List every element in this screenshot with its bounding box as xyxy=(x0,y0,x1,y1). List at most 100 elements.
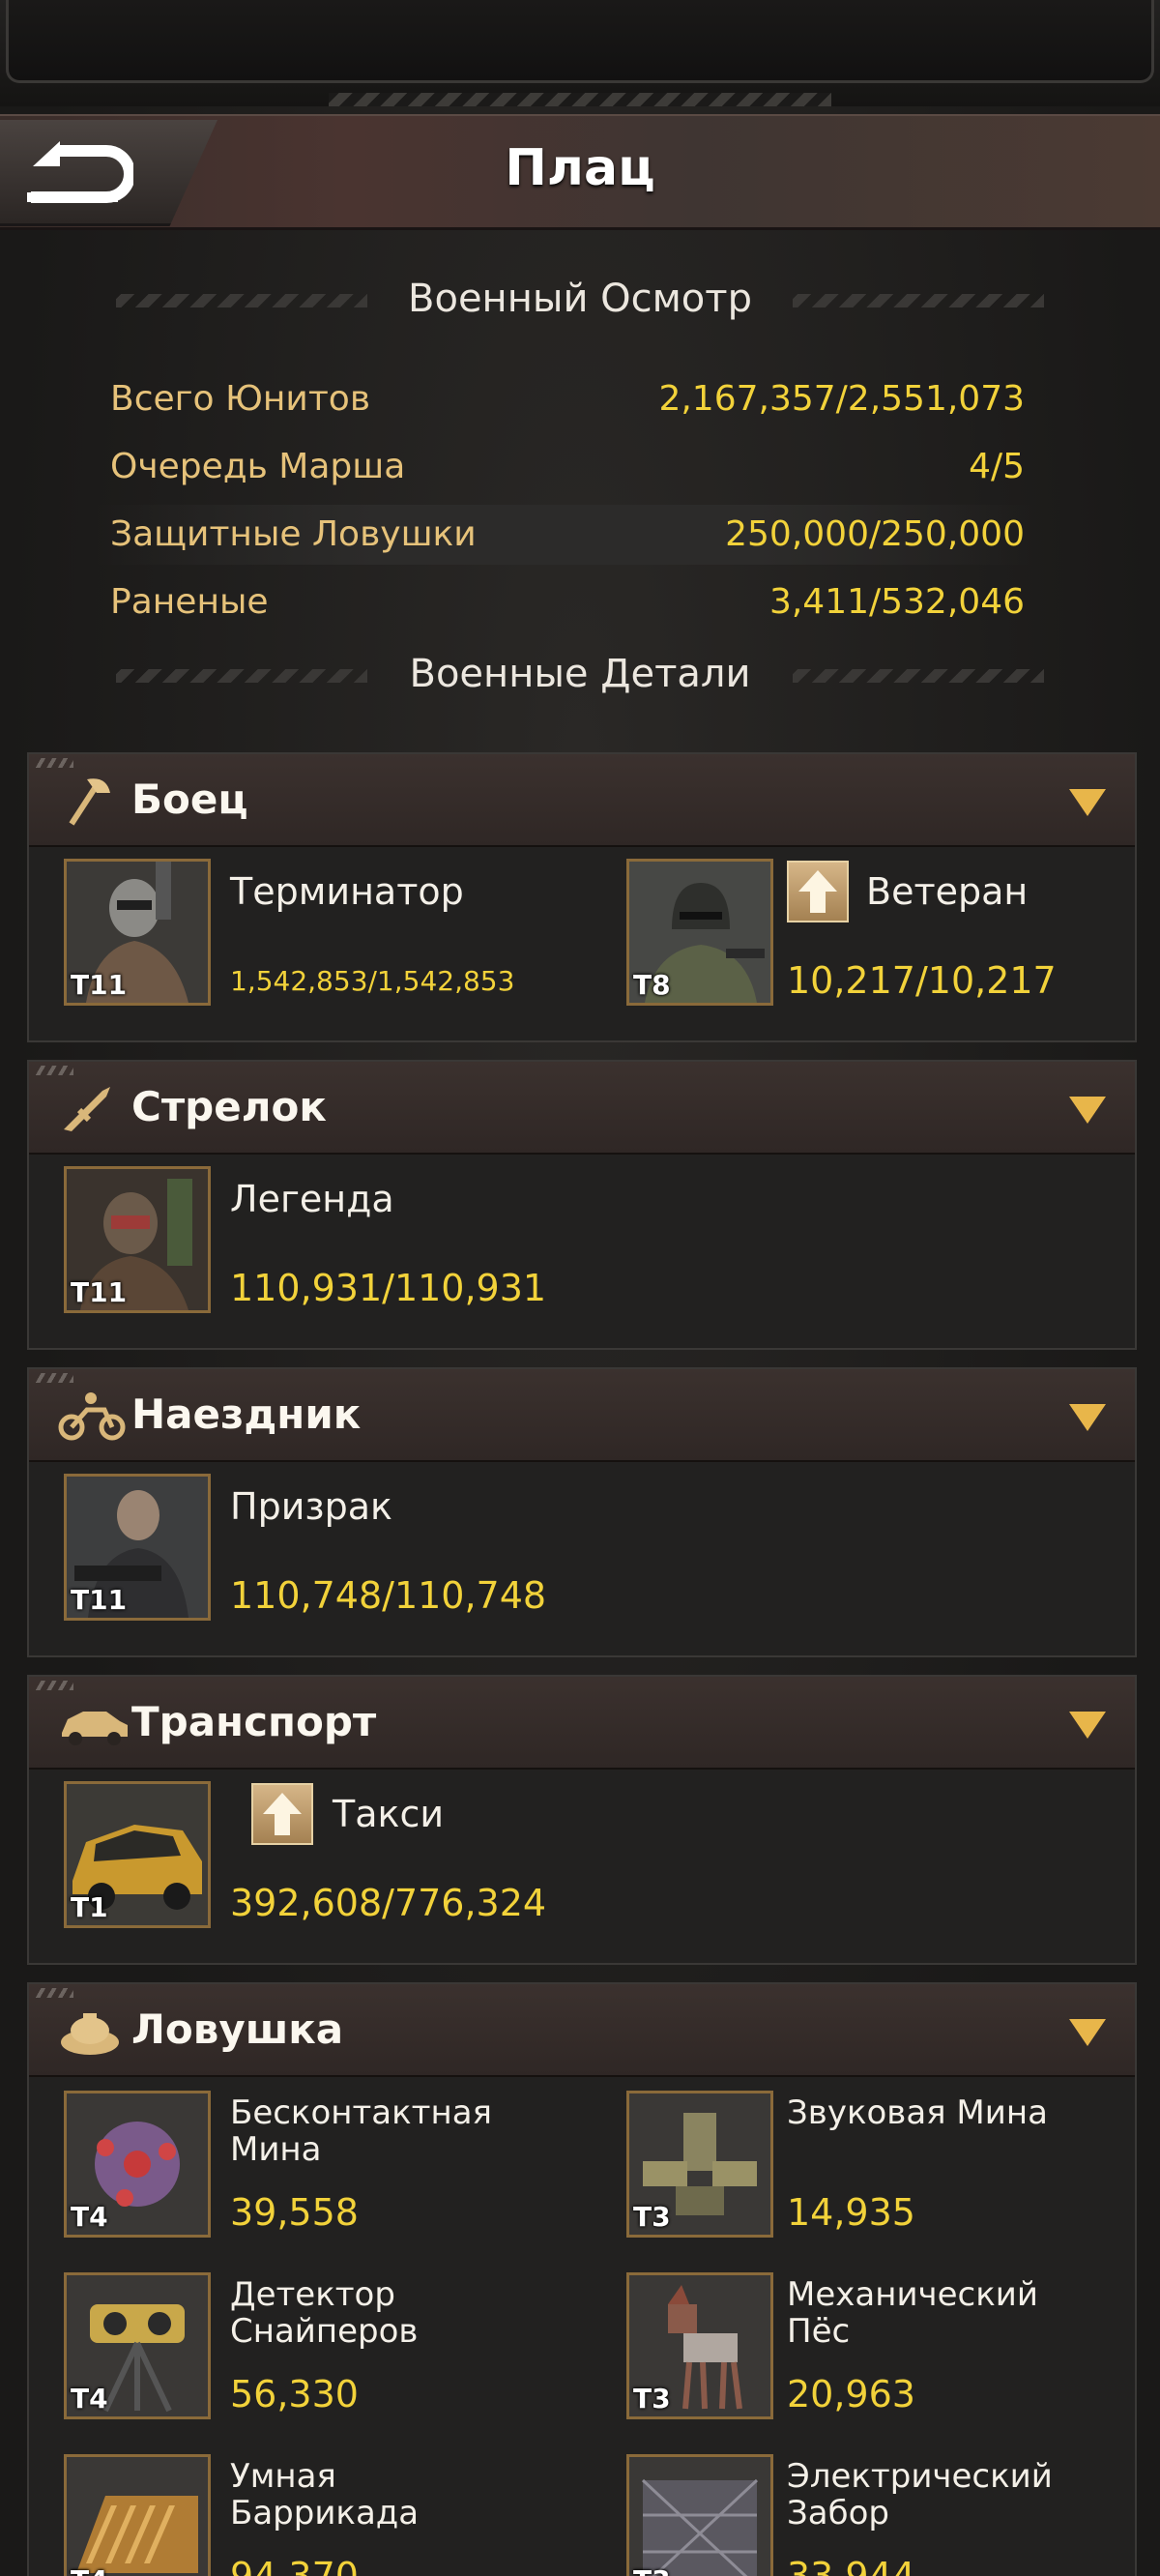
electric-fence-icon xyxy=(629,2457,770,2576)
category-panel-transport: Транспорт T1 Такси 392,608/776,324 xyxy=(27,1675,1137,1965)
category-header-shooter[interactable]: Стрелок xyxy=(29,1062,1135,1155)
stat-value: 250,000/250,000 xyxy=(725,514,1025,554)
stat-value: 2,167,357/2,551,073 xyxy=(658,379,1025,419)
stat-label: Всего Юнитов xyxy=(110,379,371,419)
unit-portrait: T3 xyxy=(626,2454,773,2576)
unit-name: Легенда xyxy=(230,1178,394,1220)
unit-card[interactable]: T3 Механический Пёс 20,963 xyxy=(626,2272,1119,2427)
unit-portrait: T4 xyxy=(64,2454,211,2576)
category-title: Стрелок xyxy=(131,1083,327,1130)
hazard-stripes xyxy=(329,93,831,106)
category-title: Транспорт xyxy=(131,1698,377,1745)
corner-decoration xyxy=(35,1681,73,1690)
unit-count: 392,608/776,324 xyxy=(230,1882,547,1924)
unit-portrait: T11 xyxy=(64,1474,211,1621)
category-header-rider[interactable]: Наездник xyxy=(29,1369,1135,1462)
unit-portrait: T11 xyxy=(64,859,211,1006)
unit-tier: T11 xyxy=(71,969,128,1001)
top-frame-panel xyxy=(6,0,1154,83)
unit-card[interactable]: T4 Детектор Снайперов 56,330 xyxy=(64,2272,605,2427)
corner-decoration xyxy=(35,1066,73,1075)
unit-tier: T4 xyxy=(71,2383,108,2415)
unit-card[interactable]: T4 Бесконтактная Мина 39,558 xyxy=(64,2091,605,2245)
unit-count: 20,963 xyxy=(787,2373,915,2415)
category-title: Боец xyxy=(131,776,248,823)
unit-count: 94,370 xyxy=(230,2555,359,2576)
stat-row-march-queue: Очередь Марша 4/5 xyxy=(97,437,1034,497)
unit-card[interactable]: T3 Звуковая Мина 14,935 xyxy=(626,2091,1119,2245)
stat-row-wounded: Раненые 3,411/532,046 xyxy=(97,572,1034,632)
category-header-fighter[interactable]: Боец xyxy=(29,754,1135,847)
unit-name: Призрак xyxy=(230,1485,392,1528)
collapse-triangle-icon[interactable] xyxy=(1069,1404,1106,1431)
upgrade-arrow-icon[interactable] xyxy=(787,861,849,922)
corner-decoration xyxy=(35,1373,73,1383)
unit-count: 10,217/10,217 xyxy=(787,959,1057,1002)
unit-tier: T3 xyxy=(633,2383,671,2415)
unit-card[interactable]: T11 Призрак 110,748/110,748 xyxy=(64,1474,605,1628)
axe-icon xyxy=(69,778,110,826)
upgrade-arrow-icon[interactable] xyxy=(251,1783,313,1845)
corner-decoration xyxy=(35,758,73,768)
back-arrow-icon xyxy=(27,141,133,203)
unit-card[interactable]: T11 Терминатор 1,542,853/1,542,853 xyxy=(64,859,605,1013)
collapse-triangle-icon[interactable] xyxy=(1069,789,1106,816)
stat-label: Защитные Ловушки xyxy=(110,514,477,554)
unit-count: 1,542,853/1,542,853 xyxy=(230,965,515,997)
unit-tier: T4 xyxy=(71,2564,108,2576)
stat-value: 3,411/532,046 xyxy=(768,582,1025,622)
unit-tier: T3 xyxy=(633,2201,671,2233)
unit-card[interactable]: T1 Такси 392,608/776,324 xyxy=(64,1781,605,1936)
category-panel-trap: Ловушка T4 Бесконтактная Мина 39,558 T3 … xyxy=(27,1982,1137,2576)
unit-card[interactable]: T3 Электрический Забор 33,944 xyxy=(626,2454,1119,2576)
motorcycle-icon xyxy=(58,1392,126,1441)
unit-tier: T11 xyxy=(71,1584,128,1616)
collapse-triangle-icon[interactable] xyxy=(1069,1097,1106,1124)
details-section-title: Военные Детали xyxy=(0,646,1160,704)
unit-tier: T8 xyxy=(633,969,671,1001)
top-frame xyxy=(0,0,1160,106)
unit-name: Механический Пёс xyxy=(787,2275,1038,2351)
unit-card[interactable]: T11 Легенда 110,931/110,931 xyxy=(64,1166,605,1321)
details-title: Военные Детали xyxy=(409,652,751,696)
unit-count: 56,330 xyxy=(230,2373,359,2415)
unit-portrait: T3 xyxy=(626,2272,773,2419)
unit-count: 110,931/110,931 xyxy=(230,1267,547,1309)
car-icon xyxy=(62,1712,128,1745)
category-panel-shooter: Стрелок T11 Легенда 110,931/110,931 xyxy=(27,1060,1137,1350)
category-title: Ловушка xyxy=(131,2005,344,2053)
landmine-icon xyxy=(61,2013,119,2055)
category-panel-rider: Наездник T11 Призрак 110,748/110,748 xyxy=(27,1367,1137,1657)
unit-count: 39,558 xyxy=(230,2191,359,2234)
smart-barricade-icon xyxy=(67,2457,208,2576)
unit-name: Такси xyxy=(333,1793,445,1835)
unit-name: Бесконтактная Мина xyxy=(230,2093,493,2169)
rifle-icon xyxy=(64,1087,110,1131)
unit-portrait: T4 xyxy=(64,2272,211,2419)
unit-portrait: T8 xyxy=(626,859,773,1006)
unit-tier: T11 xyxy=(71,1276,128,1308)
unit-name: Ветеран xyxy=(866,870,1029,913)
inspection-section-title: Военный Осмотр xyxy=(0,271,1160,329)
unit-count: 14,935 xyxy=(787,2191,915,2234)
corner-decoration xyxy=(35,1988,73,1998)
category-title: Наездник xyxy=(131,1390,362,1438)
unit-name: Терминатор xyxy=(230,870,464,913)
unit-count: 110,748/110,748 xyxy=(230,1574,547,1617)
collapse-triangle-icon[interactable] xyxy=(1069,2019,1106,2046)
unit-card[interactable]: T4 Умная Баррикада 94,370 xyxy=(64,2454,605,2576)
unit-name: Умная Баррикада xyxy=(230,2457,420,2532)
stat-label: Очередь Марша xyxy=(110,447,406,486)
unit-name: Детектор Снайперов xyxy=(230,2275,419,2351)
unit-name: Звуковая Мина xyxy=(787,2093,1048,2132)
stat-label: Раненые xyxy=(110,582,269,622)
collapse-triangle-icon[interactable] xyxy=(1069,1712,1106,1739)
inspection-title: Военный Осмотр xyxy=(408,277,752,321)
category-header-transport[interactable]: Транспорт xyxy=(29,1677,1135,1770)
unit-card[interactable]: T8 Ветеран 10,217/10,217 xyxy=(626,859,1119,1013)
unit-tier: T3 xyxy=(633,2564,671,2576)
unit-portrait: T11 xyxy=(64,1166,211,1313)
category-panel-fighter: Боец T11 Терминатор 1,542,853/1,542,853 xyxy=(27,752,1137,1042)
category-header-trap[interactable]: Ловушка xyxy=(29,1984,1135,2077)
stat-value: 4/5 xyxy=(969,447,1025,486)
